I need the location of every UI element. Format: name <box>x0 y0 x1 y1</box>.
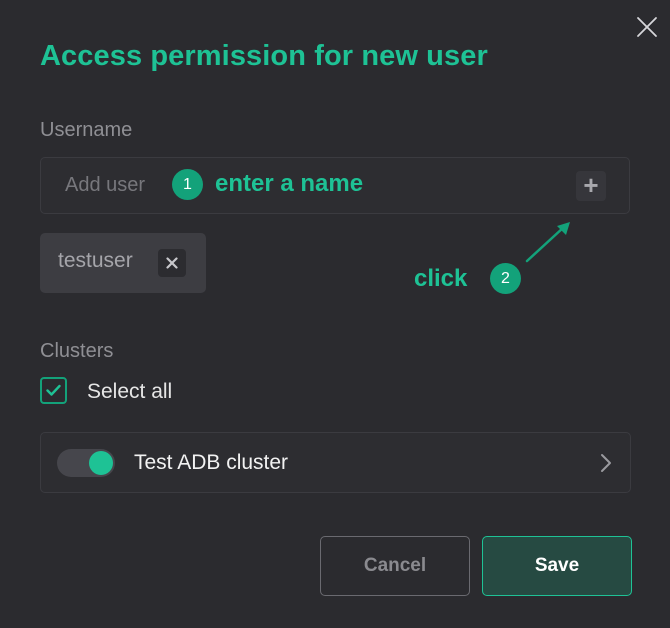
user-chip: testuser <box>40 233 206 293</box>
remove-user-button[interactable] <box>158 249 186 277</box>
cluster-row[interactable]: Test ADB cluster <box>40 432 631 493</box>
chevron-right-icon <box>599 452 613 474</box>
cluster-toggle[interactable] <box>57 449 115 477</box>
user-chip-label: testuser <box>58 249 133 272</box>
clusters-label: Clusters <box>40 340 114 362</box>
close-button[interactable] <box>634 14 660 40</box>
close-icon <box>166 257 178 269</box>
toggle-knob <box>89 451 113 475</box>
add-user-button[interactable]: + <box>576 171 606 201</box>
checkmark-icon <box>46 384 61 396</box>
dialog-title: Access permission for new user <box>40 40 488 72</box>
step-1-annotation: enter a name <box>215 170 364 197</box>
cluster-name: Test ADB cluster <box>134 451 289 474</box>
select-all-checkbox[interactable] <box>40 377 67 404</box>
step-1-badge: 1 <box>172 169 203 200</box>
cancel-button[interactable]: Cancel <box>320 536 470 596</box>
step-2-badge: 2 <box>490 263 521 294</box>
step-2-annotation: click <box>414 265 468 292</box>
close-icon <box>637 17 657 37</box>
save-button[interactable]: Save <box>482 536 632 596</box>
annotation-arrow-icon <box>525 222 570 263</box>
username-label: Username <box>40 119 133 141</box>
select-all-label[interactable]: Select all <box>87 380 172 404</box>
